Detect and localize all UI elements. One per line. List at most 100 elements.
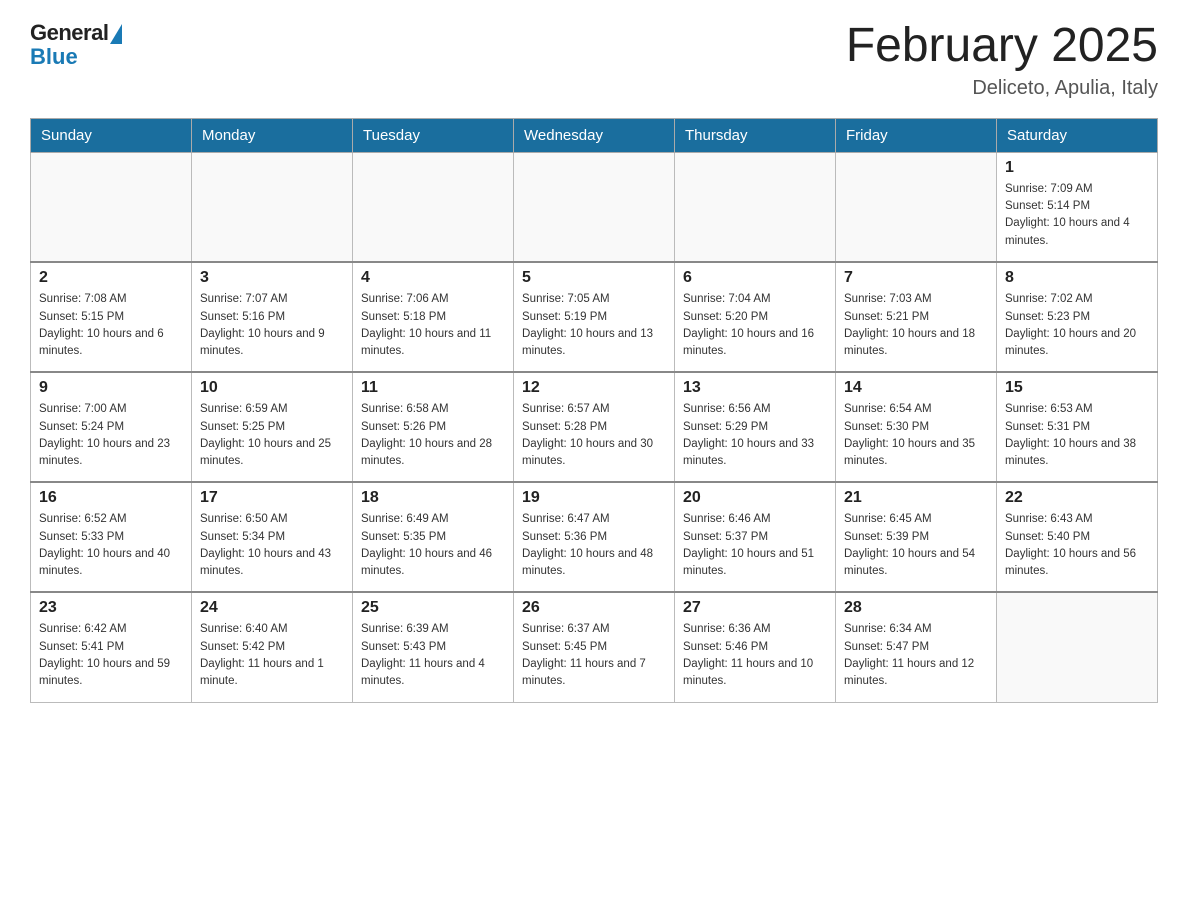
- day-info: Sunrise: 6:50 AMSunset: 5:34 PMDaylight:…: [200, 511, 344, 580]
- calendar-cell: 22 Sunrise: 6:43 AMSunset: 5:40 PMDayligh…: [997, 482, 1158, 592]
- calendar-cell: 8Sunrise: 7:02 AMSunset: 5:23 PMDaylight…: [997, 262, 1158, 372]
- day-number: 19: [522, 489, 666, 507]
- day-info: Sunrise: 7:09 AMSunset: 5:14 PMDaylight:…: [1005, 181, 1149, 250]
- page-title: February 2025: [846, 20, 1158, 73]
- day-number: 21: [844, 489, 988, 507]
- calendar-cell: [353, 152, 514, 262]
- day-number: 20: [683, 489, 827, 507]
- calendar-cell: 21 Sunrise: 6:45 AMSunset: 5:39 PMDayligh…: [836, 482, 997, 592]
- calendar-cell: 15 Sunrise: 6:53 AMSunset: 5:31 PMDayligh…: [997, 372, 1158, 482]
- day-info: Sunrise: 7:02 AMSunset: 5:23 PMDaylight:…: [1005, 291, 1149, 360]
- calendar-cell: 26 Sunrise: 6:37 AMSunset: 5:45 PMDayligh…: [514, 592, 675, 702]
- calendar-cell: 20 Sunrise: 6:46 AMSunset: 5:37 PMDayligh…: [675, 482, 836, 592]
- day-info: Sunrise: 6:49 AMSunset: 5:35 PMDaylight:…: [361, 511, 505, 580]
- day-number: 14: [844, 379, 988, 397]
- calendar-cell: 12 Sunrise: 6:57 AMSunset: 5:28 PMDayligh…: [514, 372, 675, 482]
- day-info: Sunrise: 7:05 AMSunset: 5:19 PMDaylight:…: [522, 291, 666, 360]
- calendar-cell: 13 Sunrise: 6:56 AMSunset: 5:29 PMDayligh…: [675, 372, 836, 482]
- logo-blue-text: Blue: [30, 44, 78, 70]
- day-info: Sunrise: 6:56 AMSunset: 5:29 PMDaylight:…: [683, 401, 827, 470]
- day-info: Sunrise: 6:54 AMSunset: 5:30 PMDaylight:…: [844, 401, 988, 470]
- weekday-header-friday: Friday: [836, 118, 997, 152]
- calendar-cell: 19 Sunrise: 6:47 AMSunset: 5:36 PMDayligh…: [514, 482, 675, 592]
- calendar-cell: 24 Sunrise: 6:40 AMSunset: 5:42 PMDayligh…: [192, 592, 353, 702]
- day-info: Sunrise: 6:34 AMSunset: 5:47 PMDaylight:…: [844, 621, 988, 690]
- day-info: Sunrise: 6:42 AMSunset: 5:41 PMDaylight:…: [39, 621, 183, 690]
- day-number: 15: [1005, 379, 1149, 397]
- day-number: 3: [200, 269, 344, 287]
- day-number: 22: [1005, 489, 1149, 507]
- week-row-5: 23 Sunrise: 6:42 AMSunset: 5:41 PMDayligh…: [31, 592, 1158, 702]
- weekday-header-monday: Monday: [192, 118, 353, 152]
- week-row-4: 16 Sunrise: 6:52 AMSunset: 5:33 PMDayligh…: [31, 482, 1158, 592]
- day-number: 6: [683, 269, 827, 287]
- page-subtitle: Deliceto, Apulia, Italy: [846, 77, 1158, 100]
- calendar-cell: 10 Sunrise: 6:59 AMSunset: 5:25 PMDayligh…: [192, 372, 353, 482]
- day-number: 28: [844, 599, 988, 617]
- day-number: 24: [200, 599, 344, 617]
- day-number: 13: [683, 379, 827, 397]
- logo: General Blue: [30, 20, 122, 70]
- day-info: Sunrise: 7:04 AMSunset: 5:20 PMDaylight:…: [683, 291, 827, 360]
- day-info: Sunrise: 6:43 AMSunset: 5:40 PMDaylight:…: [1005, 511, 1149, 580]
- day-info: Sunrise: 6:58 AMSunset: 5:26 PMDaylight:…: [361, 401, 505, 470]
- day-info: Sunrise: 6:52 AMSunset: 5:33 PMDaylight:…: [39, 511, 183, 580]
- weekday-header-row: SundayMondayTuesdayWednesdayThursdayFrid…: [31, 118, 1158, 152]
- calendar-cell: 18 Sunrise: 6:49 AMSunset: 5:35 PMDayligh…: [353, 482, 514, 592]
- day-info: Sunrise: 6:36 AMSunset: 5:46 PMDaylight:…: [683, 621, 827, 690]
- day-number: 16: [39, 489, 183, 507]
- day-info: Sunrise: 6:45 AMSunset: 5:39 PMDaylight:…: [844, 511, 988, 580]
- calendar-cell: 11 Sunrise: 6:58 AMSunset: 5:26 PMDayligh…: [353, 372, 514, 482]
- day-info: Sunrise: 6:39 AMSunset: 5:43 PMDaylight:…: [361, 621, 505, 690]
- calendar-cell: 14 Sunrise: 6:54 AMSunset: 5:30 PMDayligh…: [836, 372, 997, 482]
- calendar-cell: 25 Sunrise: 6:39 AMSunset: 5:43 PMDayligh…: [353, 592, 514, 702]
- logo-triangle-icon: [110, 24, 122, 44]
- calendar-cell: [675, 152, 836, 262]
- day-number: 4: [361, 269, 505, 287]
- day-number: 17: [200, 489, 344, 507]
- calendar-cell: 2Sunrise: 7:08 AMSunset: 5:15 PMDaylight…: [31, 262, 192, 372]
- day-number: 2: [39, 269, 183, 287]
- day-number: 12: [522, 379, 666, 397]
- day-info: Sunrise: 7:07 AMSunset: 5:16 PMDaylight:…: [200, 291, 344, 360]
- calendar-cell: 28 Sunrise: 6:34 AMSunset: 5:47 PMDayligh…: [836, 592, 997, 702]
- logo-general-text: General: [30, 20, 108, 46]
- day-info: Sunrise: 6:57 AMSunset: 5:28 PMDaylight:…: [522, 401, 666, 470]
- day-number: 25: [361, 599, 505, 617]
- day-number: 1: [1005, 159, 1149, 177]
- day-number: 18: [361, 489, 505, 507]
- day-info: Sunrise: 6:46 AMSunset: 5:37 PMDaylight:…: [683, 511, 827, 580]
- title-block: February 2025 Deliceto, Apulia, Italy: [846, 20, 1158, 100]
- week-row-3: 9 Sunrise: 7:00 AMSunset: 5:24 PMDaylight…: [31, 372, 1158, 482]
- day-info: Sunrise: 7:06 AMSunset: 5:18 PMDaylight:…: [361, 291, 505, 360]
- day-info: Sunrise: 7:00 AMSunset: 5:24 PMDaylight:…: [39, 401, 183, 470]
- day-number: 23: [39, 599, 183, 617]
- day-number: 5: [522, 269, 666, 287]
- day-info: Sunrise: 6:47 AMSunset: 5:36 PMDaylight:…: [522, 511, 666, 580]
- calendar-cell: [514, 152, 675, 262]
- calendar-cell: 9 Sunrise: 7:00 AMSunset: 5:24 PMDaylight…: [31, 372, 192, 482]
- calendar-table: SundayMondayTuesdayWednesdayThursdayFrid…: [30, 118, 1158, 703]
- day-info: Sunrise: 6:40 AMSunset: 5:42 PMDaylight:…: [200, 621, 344, 690]
- weekday-header-thursday: Thursday: [675, 118, 836, 152]
- day-info: Sunrise: 7:03 AMSunset: 5:21 PMDaylight:…: [844, 291, 988, 360]
- day-number: 9: [39, 379, 183, 397]
- day-number: 7: [844, 269, 988, 287]
- calendar-cell: 5 Sunrise: 7:05 AMSunset: 5:19 PMDaylight…: [514, 262, 675, 372]
- calendar-cell: 4 Sunrise: 7:06 AMSunset: 5:18 PMDaylight…: [353, 262, 514, 372]
- calendar-cell: 27 Sunrise: 6:36 AMSunset: 5:46 PMDayligh…: [675, 592, 836, 702]
- day-info: Sunrise: 6:59 AMSunset: 5:25 PMDaylight:…: [200, 401, 344, 470]
- page-header: General Blue February 2025 Deliceto, Apu…: [30, 20, 1158, 100]
- day-info: Sunrise: 6:37 AMSunset: 5:45 PMDaylight:…: [522, 621, 666, 690]
- week-row-2: 2Sunrise: 7:08 AMSunset: 5:15 PMDaylight…: [31, 262, 1158, 372]
- day-info: Sunrise: 6:53 AMSunset: 5:31 PMDaylight:…: [1005, 401, 1149, 470]
- day-number: 26: [522, 599, 666, 617]
- day-number: 27: [683, 599, 827, 617]
- calendar-cell: 3 Sunrise: 7:07 AMSunset: 5:16 PMDaylight…: [192, 262, 353, 372]
- calendar-cell: 7 Sunrise: 7:03 AMSunset: 5:21 PMDaylight…: [836, 262, 997, 372]
- calendar-cell: [836, 152, 997, 262]
- calendar-cell: [31, 152, 192, 262]
- day-number: 10: [200, 379, 344, 397]
- calendar-cell: 1 Sunrise: 7:09 AMSunset: 5:14 PMDaylight…: [997, 152, 1158, 262]
- day-number: 11: [361, 379, 505, 397]
